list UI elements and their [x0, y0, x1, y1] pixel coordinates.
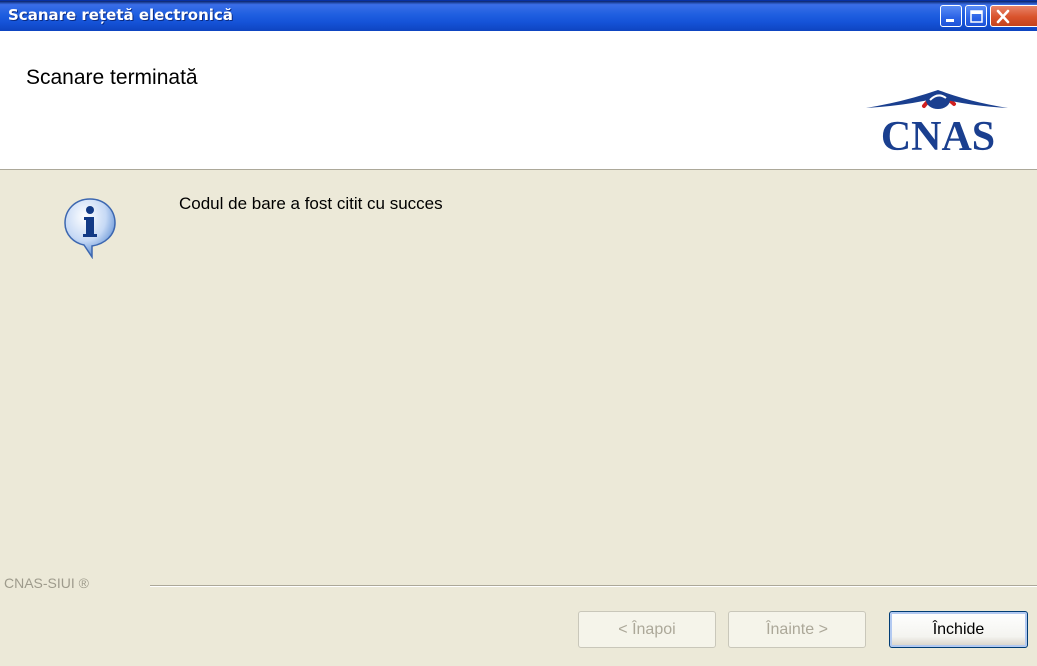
status-message: Codul de bare a fost citit cu succes — [179, 194, 443, 213]
footer-separator — [150, 585, 1037, 587]
close-window-button[interactable] — [990, 5, 1037, 27]
cnas-logo: CNAS — [866, 90, 1008, 156]
wizard-header: Scanare terminată CNAS — [0, 31, 1037, 170]
window-title: Scanare rețetă electronică — [8, 6, 233, 24]
maximize-button[interactable] — [965, 5, 987, 27]
back-button[interactable]: < Înapoi — [578, 611, 716, 648]
logo-text: CNAS — [881, 114, 995, 156]
dialog-window: Scanare rețetă electronică Scanare termi… — [0, 0, 1037, 666]
close-button[interactable]: Închide — [889, 611, 1028, 648]
next-button[interactable]: Înainte > — [728, 611, 866, 648]
title-bar[interactable]: Scanare rețetă electronică — [0, 0, 1037, 31]
wizard-content: Codul de bare a fost citit cu succes — [0, 171, 1037, 585]
maximize-icon — [970, 10, 983, 23]
footer-brand-label: CNAS-SIUI ® — [4, 575, 95, 591]
minimize-button[interactable] — [940, 5, 962, 27]
info-icon — [64, 198, 116, 259]
close-icon — [996, 9, 1010, 24]
page-title: Scanare terminată — [26, 66, 198, 89]
minimize-icon — [946, 19, 954, 22]
